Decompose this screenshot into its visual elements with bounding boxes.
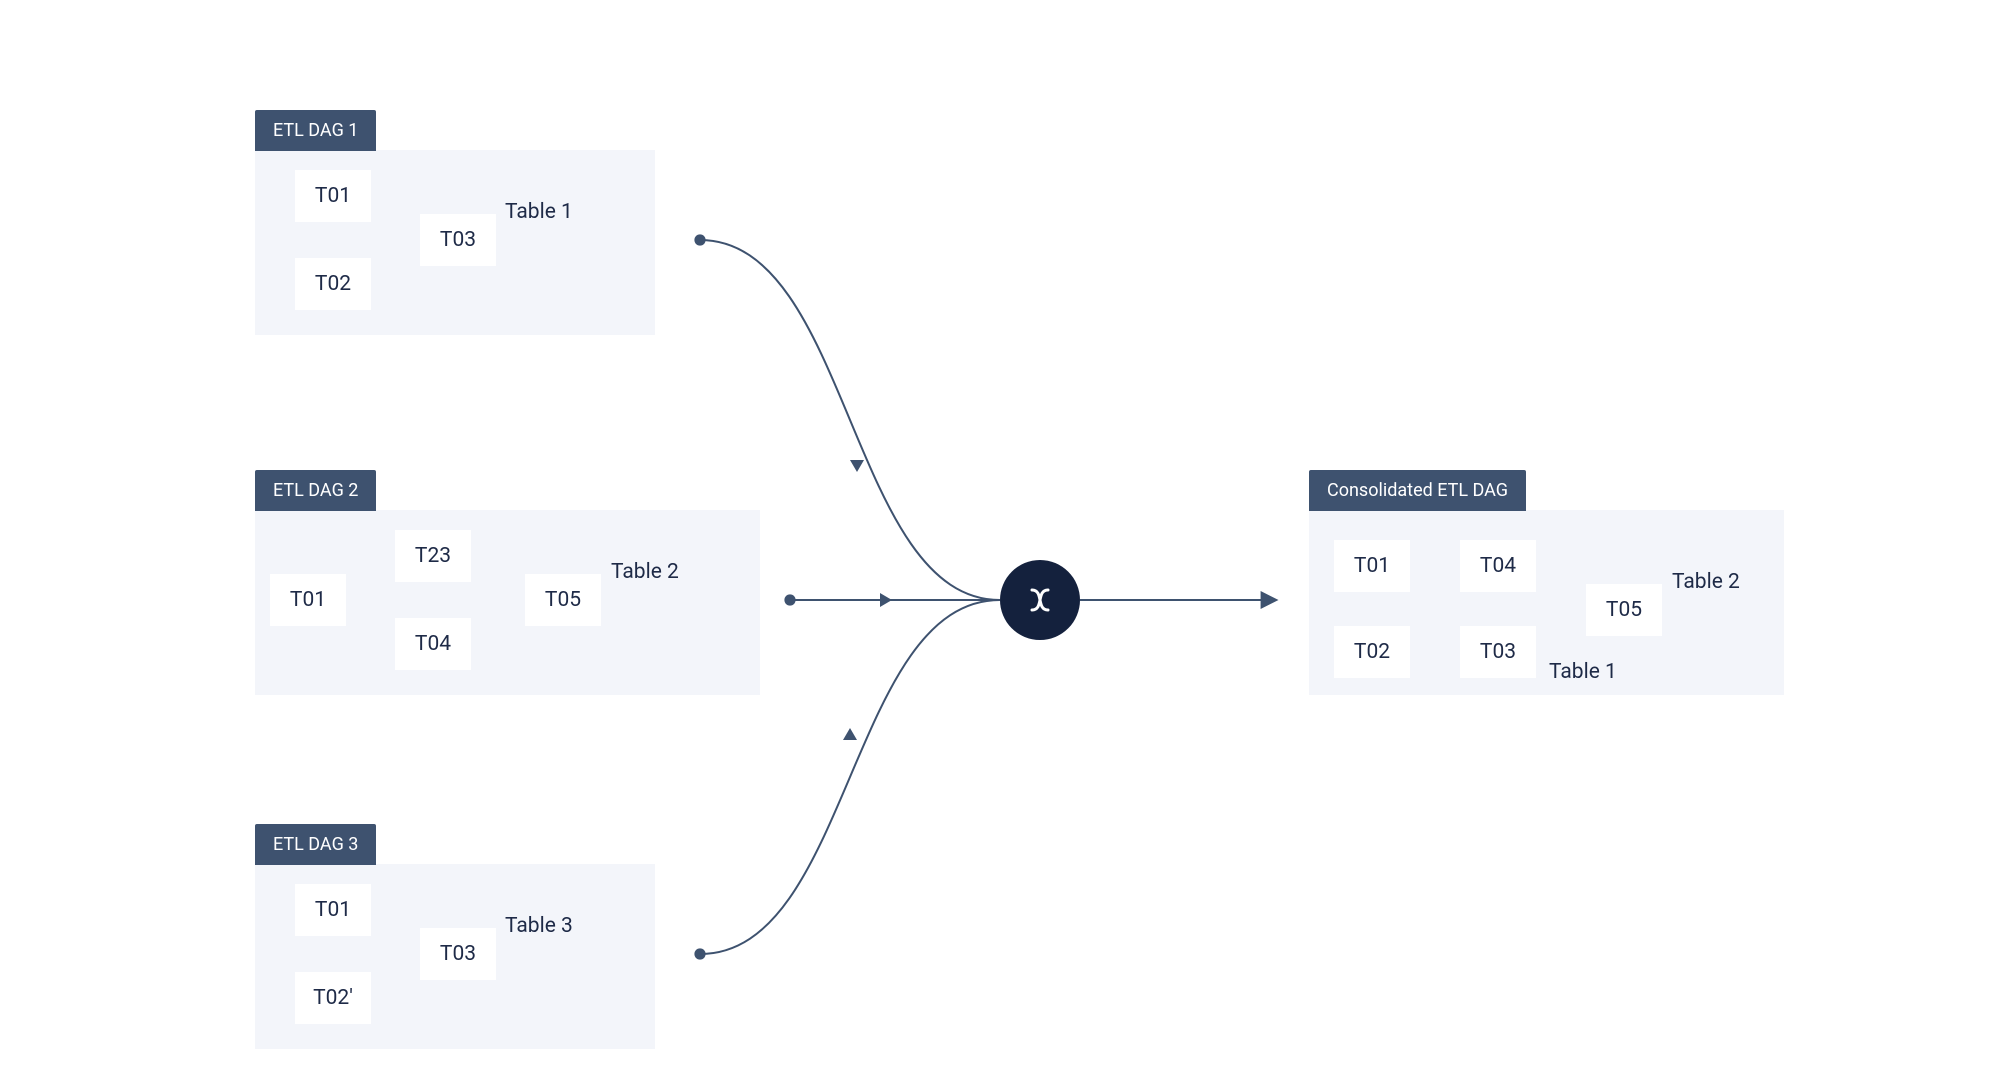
panel-dag1-header: ETL DAG 1 bbox=[255, 110, 376, 151]
panel-dag3: ETL DAG 3 T01 T02' T03 Table 3 bbox=[255, 864, 655, 1049]
panel-dag1: ETL DAG 1 T01 T02 T03 Table 1 bbox=[255, 150, 655, 335]
cons-node-t04: T04 bbox=[1460, 540, 1536, 592]
cons-output-table1: Table 1 bbox=[1549, 660, 1617, 684]
dag1-node-t01: T01 bbox=[295, 170, 371, 222]
dag1-node-t03: T03 bbox=[420, 214, 496, 266]
dag2-node-t05: T05 bbox=[525, 574, 601, 626]
panel-dag3-title: ETL DAG 3 bbox=[273, 834, 358, 855]
panel-dag2-header: ETL DAG 2 bbox=[255, 470, 376, 511]
dag3-node-t03: T03 bbox=[420, 928, 496, 980]
dag3-node-t02p: T02' bbox=[295, 972, 371, 1024]
cons-node-t05: T05 bbox=[1586, 584, 1662, 636]
panel-dag3-header: ETL DAG 3 bbox=[255, 824, 376, 865]
dag2-node-t23: T23 bbox=[395, 530, 471, 582]
panel-dag1-title: ETL DAG 1 bbox=[273, 120, 358, 141]
merge-icon bbox=[1020, 580, 1060, 620]
dag2-node-t01: T01 bbox=[270, 574, 346, 626]
cons-node-t03: T03 bbox=[1460, 626, 1536, 678]
panel-consolidated-header: Consolidated ETL DAG bbox=[1309, 470, 1526, 511]
panel-dag2: ETL DAG 2 T01 T23 T04 T05 Table 2 bbox=[255, 510, 760, 695]
cons-node-t02: T02 bbox=[1334, 626, 1410, 678]
panel-consolidated-title: Consolidated ETL DAG bbox=[1327, 480, 1508, 501]
dag1-node-t02: T02 bbox=[295, 258, 371, 310]
diagram-canvas: ETL DAG 1 T01 T02 T03 Table 1 ETL DAG 2 … bbox=[0, 0, 2000, 1087]
panel-dag2-title: ETL DAG 2 bbox=[273, 480, 358, 501]
cons-output-table2: Table 2 bbox=[1672, 570, 1740, 594]
merge-hub bbox=[1000, 560, 1080, 640]
dag3-output-label: Table 3 bbox=[505, 914, 573, 938]
dag3-node-t01: T01 bbox=[295, 884, 371, 936]
dag1-output-label: Table 1 bbox=[505, 200, 573, 224]
dag2-output-label: Table 2 bbox=[611, 560, 679, 584]
panel-consolidated: Consolidated ETL DAG T01 T02 T04 T03 T05… bbox=[1309, 510, 1784, 695]
cons-node-t01: T01 bbox=[1334, 540, 1410, 592]
dag2-node-t04: T04 bbox=[395, 618, 471, 670]
